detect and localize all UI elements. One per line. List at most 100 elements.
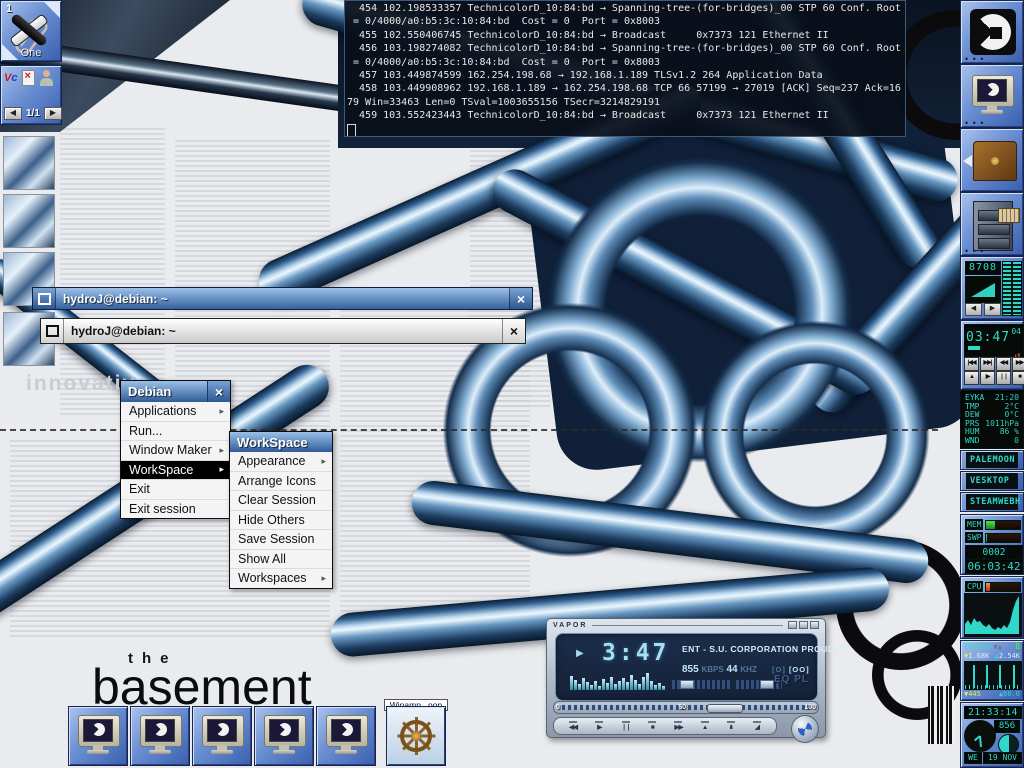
document-close-icon[interactable] <box>22 70 35 86</box>
workspace-menu-title: WorkSpace <box>237 435 308 450</box>
winamp-minimize-button[interactable] <box>788 621 797 629</box>
play-button[interactable]: ▶ <box>595 721 603 731</box>
play-button[interactable]: ▶ <box>980 371 995 385</box>
xterm-miniwindow[interactable] <box>130 706 190 766</box>
rewind-button[interactable]: ◀◀ <box>996 357 1011 371</box>
previous-button[interactable]: ◀◀ <box>569 721 577 731</box>
drawer-open-arrow[interactable] <box>963 155 972 167</box>
uptime-time: 06:03:42 <box>965 559 1023 574</box>
winamp-titlebar[interactable]: VAPOR <box>547 619 825 631</box>
vis-bar <box>658 683 661 690</box>
launcher-palemoon[interactable]: PALEMOON <box>960 450 1024 470</box>
visualizer-button[interactable]: ılı <box>727 721 735 731</box>
next-track-button[interactable]: ▶▶| <box>980 357 995 371</box>
menu-item-clear-session[interactable]: Clear Session <box>230 490 332 510</box>
network-interface: ENP4S0 <box>964 643 991 651</box>
menu-item-applications[interactable]: Applications▸ <box>121 402 230 421</box>
menu-item-exit[interactable]: Exit <box>121 479 230 499</box>
vis-bar <box>574 680 577 690</box>
weather-dockapp[interactable]: EYKA21:20TMP2°CDEW0°CPRS1011hPaHUM86 %WN… <box>960 390 1024 449</box>
xterm-miniwindow[interactable] <box>192 706 252 766</box>
channel-left-button[interactable]: ◀ <box>965 303 982 316</box>
volume-level-icon[interactable] <box>965 276 1001 303</box>
monitor-icon <box>323 715 369 757</box>
xterm-miniwindow[interactable] <box>68 706 128 766</box>
pause-button[interactable]: ❘❘ <box>621 721 630 731</box>
winamp-miniwindow[interactable] <box>386 706 446 766</box>
menu-item-arrange-icons[interactable]: Arrange Icons <box>230 471 332 491</box>
cd-player-dockapp[interactable]: 04 03:47 ↺ *8TRANS |◀◀▶▶|◀◀▶▶ ▲▶❘❘■ <box>960 320 1024 390</box>
prev-track-button[interactable]: |◀◀ <box>964 357 979 371</box>
menu-item-workspace[interactable]: WorkSpace▸ <box>121 460 230 480</box>
tray-dockapp[interactable]: Vc ◀ 1/1 ▶ <box>0 65 62 125</box>
seek-handle[interactable] <box>707 704 743 713</box>
launcher-vesktop[interactable]: VESKTOP <box>960 471 1024 491</box>
equalizer-button[interactable]: EQ <box>774 674 790 685</box>
eject-button[interactable]: ▲ <box>701 721 709 731</box>
vis-bar <box>618 681 621 690</box>
close-button[interactable]: × <box>509 288 532 309</box>
fast-forward-button[interactable]: ▶▶ <box>1012 357 1024 371</box>
play-status-icon: ▶ <box>576 648 584 659</box>
cpu-dockapp[interactable]: CPU <box>960 576 1024 639</box>
vis-bar <box>594 681 597 690</box>
balance-slider[interactable] <box>672 680 730 689</box>
menu-item-label: Save Session <box>238 532 326 546</box>
winamp-player[interactable]: VAPOR ▶ 3:47 ENT - S.U. CORPORATION PROU… <box>546 618 826 738</box>
stop-button[interactable]: ■ <box>648 721 656 731</box>
menu-item-run-[interactable]: Run... <box>121 421 230 441</box>
workspace-menu-titlebar[interactable]: WorkSpace <box>230 432 332 452</box>
memory-dockapp[interactable]: MEM SWP 0002 days, 06:03:42 <box>960 514 1024 575</box>
menu-item-appearance[interactable]: Appearance▸ <box>230 452 332 471</box>
channel-right-button[interactable]: ▶ <box>984 303 1001 316</box>
root-menu-close-button[interactable]: × <box>207 381 230 402</box>
menu-item-exit-session[interactable]: Exit session <box>121 499 230 519</box>
samplerate-unit: KHZ <box>740 665 756 674</box>
seek-bar[interactable]: 050100 <box>553 701 819 714</box>
dock-wmaker-appicon[interactable]: • • • <box>960 0 1024 64</box>
balance-button[interactable]: ◢ <box>753 721 761 731</box>
menu-item-workspaces[interactable]: Workspaces▸ <box>230 568 332 588</box>
clock-dockapp[interactable]: 21:33:14 856 WE 19 NOV <box>960 702 1024 768</box>
dock-drawer-appicon[interactable] <box>960 128 1024 192</box>
next-button[interactable]: ▶▶ <box>674 721 682 731</box>
monitor-icon <box>261 715 307 757</box>
download-total: 445 <box>968 690 981 698</box>
cd-time: 03:47 <box>966 331 1010 344</box>
close-button[interactable]: × <box>502 319 525 343</box>
winamp-shade-button[interactable] <box>799 621 808 629</box>
winamp-close-button[interactable] <box>810 621 819 629</box>
vu-meter-left <box>1002 261 1012 316</box>
menu-item-label: Show All <box>238 552 326 566</box>
miniaturize-button[interactable] <box>41 319 64 343</box>
vis-bar <box>638 684 641 690</box>
bitrate-unit: KBPS <box>701 665 723 674</box>
pause-button[interactable]: ❘❘ <box>996 371 1011 385</box>
shaded-window-focused[interactable]: hydroJ@debian: ~ × <box>32 287 533 310</box>
vis-bar <box>614 684 617 690</box>
dock-filecabinet-appicon[interactable]: • • • <box>960 192 1024 256</box>
xterm-miniwindow[interactable] <box>316 706 376 766</box>
xterm-miniwindow[interactable] <box>254 706 314 766</box>
user-app-icon[interactable] <box>40 70 53 86</box>
menu-item-save-session[interactable]: Save Session <box>230 529 332 549</box>
launcher-steamwebh[interactable]: STEAMWEBH <box>960 492 1024 512</box>
tray-next-button[interactable]: ▶ <box>44 107 62 120</box>
network-dockapp[interactable]: ENP4S0 ▼▲ B ▼1.68K ▲2.54K ▼445 ▲66.0 <box>960 640 1024 701</box>
root-menu-titlebar[interactable]: Debian × <box>121 381 230 402</box>
menu-item-hide-others[interactable]: Hide Others <box>230 510 332 530</box>
tray-prev-button[interactable]: ◀ <box>4 107 22 120</box>
stop-button[interactable]: ■ <box>1012 371 1024 385</box>
playlist-button[interactable]: PL <box>794 674 809 685</box>
eject-button[interactable]: ▲ <box>964 371 979 385</box>
mixer-dockapp[interactable]: 8708 ◀▶ <box>960 256 1024 320</box>
dock-xterm-appicon[interactable]: • • • <box>960 64 1024 128</box>
button-cap <box>727 721 735 723</box>
winamp-logo-knob[interactable] <box>791 715 819 743</box>
shaded-window-unfocused[interactable]: hydroJ@debian: ~ × <box>40 318 526 344</box>
menu-item-window-maker[interactable]: Window Maker▸ <box>121 440 230 460</box>
vc-app-icon[interactable]: Vc <box>4 72 17 84</box>
menu-item-show-all[interactable]: Show All <box>230 549 332 569</box>
miniaturize-button[interactable] <box>33 288 56 309</box>
terminal-window[interactable]: 454 102.198533357 TechnicolorD_10:84:bd … <box>344 0 906 137</box>
